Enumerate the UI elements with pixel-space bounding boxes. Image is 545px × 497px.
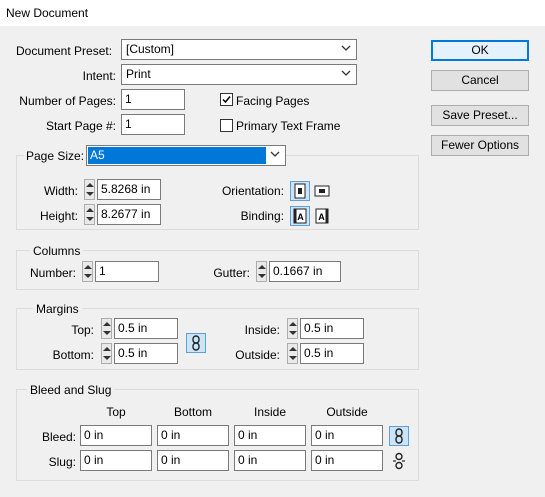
page-size-label: Page Size: (24, 148, 87, 164)
margins-link-button[interactable] (186, 333, 206, 353)
bleed-top-field[interactable]: 0 in (80, 425, 152, 446)
save-preset-button[interactable]: Save Preset... (431, 105, 529, 126)
bleed-slug-title: Bleed and Slug (27, 382, 115, 398)
margin-bottom-stepper[interactable] (101, 343, 112, 364)
margin-outside-label: Outside: (235, 348, 280, 362)
height-field[interactable]: 8.2677 in (97, 204, 161, 225)
bleed-col-outside: Outside (326, 405, 368, 419)
portrait-icon (294, 183, 306, 199)
portrait-orientation-button[interactable] (290, 181, 310, 201)
margin-inside-label: Inside: (244, 323, 280, 337)
slug-top-field[interactable]: 0 in (80, 450, 152, 471)
intent-select[interactable]: Print (121, 64, 357, 85)
slug-inside-field[interactable]: 0 in (234, 450, 306, 471)
slug-bottom-field[interactable]: 0 in (157, 450, 229, 471)
margin-bottom-label: Bottom: (52, 348, 94, 362)
svg-text:A: A (318, 212, 325, 222)
intent-value: Print (126, 67, 151, 81)
columns-number-field[interactable]: 1 (95, 261, 159, 282)
document-preset-label: Document Preset: (16, 44, 113, 58)
number-of-pages-field[interactable]: 1 (121, 89, 185, 110)
bleed-inside-field[interactable]: 0 in (234, 425, 306, 446)
slug-outside-field[interactable]: 0 in (311, 450, 383, 471)
landscape-icon (314, 185, 330, 197)
cancel-button[interactable]: Cancel (431, 70, 529, 91)
ok-button[interactable]: OK (431, 40, 529, 61)
broken-chain-link-icon (393, 452, 405, 470)
margin-outside-stepper[interactable] (287, 343, 298, 364)
page-size-select[interactable]: A5 (86, 145, 286, 166)
slug-label: Slug: (48, 455, 76, 469)
checkmark-icon (222, 96, 231, 104)
facing-pages-label: Facing Pages (236, 94, 310, 108)
right-binding-button[interactable]: A (312, 206, 332, 226)
slug-link-button[interactable] (389, 451, 409, 471)
facing-pages-checkbox[interactable] (220, 93, 233, 106)
height-stepper[interactable] (84, 204, 95, 225)
margin-inside-field[interactable]: 0.5 in (300, 318, 364, 339)
fewer-options-button[interactable]: Fewer Options (431, 135, 529, 156)
left-binding-button[interactable]: A (290, 206, 310, 226)
left-binding-icon: A (293, 208, 307, 224)
bleed-outside-field[interactable]: 0 in (311, 425, 383, 446)
primary-text-frame-checkbox[interactable] (220, 119, 233, 132)
bleed-link-button[interactable] (389, 426, 409, 446)
page-size-value: A5 (88, 147, 266, 164)
chevron-down-icon (341, 70, 351, 76)
document-preset-value: [Custom] (126, 42, 175, 56)
columns-title: Columns (30, 243, 84, 259)
bleed-col-top: Top (106, 405, 126, 419)
width-stepper[interactable] (84, 179, 95, 200)
orientation-label: Orientation: (221, 184, 284, 198)
gutter-stepper[interactable] (256, 261, 267, 282)
width-label: Width: (43, 184, 78, 198)
start-page-label: Start Page #: (45, 119, 116, 133)
binding-label: Binding: (240, 209, 284, 223)
gutter-label: Gutter: (213, 266, 250, 280)
start-page-field[interactable]: 1 (121, 114, 185, 135)
width-field[interactable]: 5.8268 in (97, 179, 161, 200)
chevron-down-icon (341, 45, 351, 51)
margin-top-field[interactable]: 0.5 in (114, 318, 178, 339)
margin-outside-field[interactable]: 0.5 in (300, 343, 364, 364)
gutter-field[interactable]: 0.1667 in (269, 261, 341, 282)
chain-link-icon (192, 335, 200, 351)
primary-text-frame-label: Primary Text Frame (236, 119, 341, 133)
chevron-down-icon (270, 151, 280, 157)
bleed-label: Bleed: (41, 430, 76, 444)
bleed-bottom-field[interactable]: 0 in (157, 425, 229, 446)
height-label: Height: (39, 209, 78, 223)
document-preset-select[interactable]: [Custom] (121, 39, 357, 60)
intent-label: Intent: (82, 69, 116, 83)
window-title: New Document (6, 6, 89, 20)
number-of-pages-label: Number of Pages: (19, 94, 116, 108)
svg-text:A: A (297, 212, 304, 222)
bleed-col-inside: Inside (253, 405, 287, 419)
bleed-col-bottom: Bottom (173, 405, 212, 419)
margin-inside-stepper[interactable] (287, 318, 298, 339)
columns-number-stepper[interactable] (82, 261, 93, 282)
right-binding-icon: A (315, 208, 329, 224)
margin-top-stepper[interactable] (101, 318, 112, 339)
landscape-orientation-button[interactable] (312, 181, 332, 201)
margin-bottom-field[interactable]: 0.5 in (114, 343, 178, 364)
margin-top-label: Top: (71, 323, 94, 337)
columns-number-label: Number: (29, 266, 76, 280)
chain-link-icon (395, 428, 403, 444)
margins-title: Margins (33, 301, 82, 317)
title-bar: New Document (0, 0, 545, 26)
